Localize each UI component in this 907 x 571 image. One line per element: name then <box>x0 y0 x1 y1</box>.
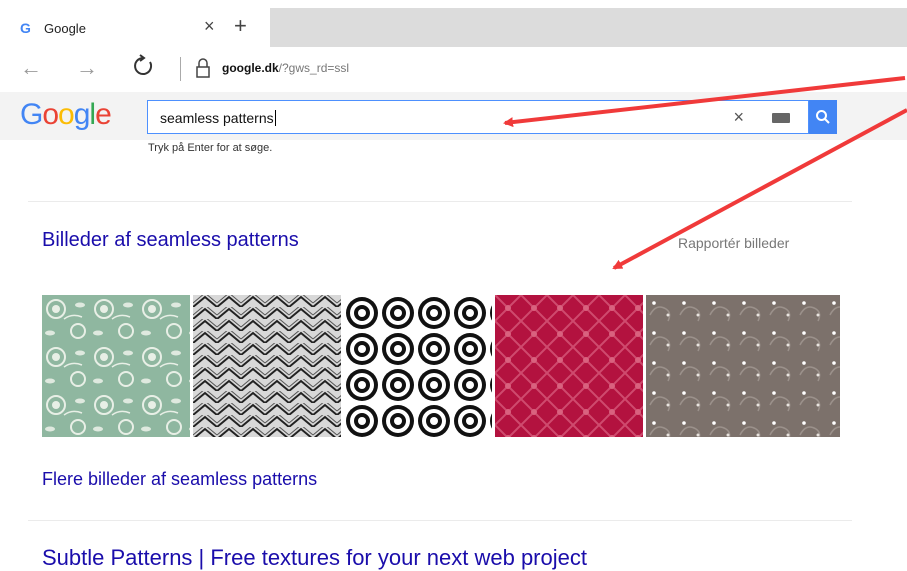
images-heading-link[interactable]: Billeder af seamless patterns <box>42 229 299 252</box>
search-icon <box>816 110 830 124</box>
thumbnail-swirl-pattern[interactable] <box>646 295 840 437</box>
results-divider-bottom <box>28 520 852 521</box>
results-divider-top <box>28 201 852 202</box>
thumbnail-chevron-pattern[interactable] <box>193 295 341 437</box>
tab-close-icon[interactable]: × <box>204 16 215 37</box>
tab-title: Google <box>44 21 86 36</box>
browser-tab-google[interactable]: G Google × + <box>0 8 270 47</box>
tab-strip-background <box>270 8 907 47</box>
forward-arrow-icon[interactable]: → <box>76 55 98 81</box>
tab-bar: G Google × + <box>0 0 907 47</box>
refresh-icon[interactable] <box>130 53 156 79</box>
url-field[interactable]: google.dk/?gws_rd=ssl <box>222 61 349 75</box>
image-thumbnails <box>42 295 840 437</box>
thumbnail-lattice-pattern[interactable] <box>495 295 643 437</box>
address-bar: ← → google.dk/?gws_rd=ssl <box>0 47 907 93</box>
new-tab-icon[interactable]: + <box>234 13 247 39</box>
search-button[interactable] <box>809 100 837 134</box>
report-images-link[interactable]: Rapportér billeder <box>678 235 789 251</box>
search-query-text: seamless patterns <box>160 110 276 126</box>
search-hint: Tryk på Enter for at søge. <box>148 142 273 154</box>
keyboard-icon[interactable] <box>772 113 790 123</box>
google-search-header: Google seamless patterns × <box>0 92 907 140</box>
lock-icon <box>196 58 210 78</box>
url-path: /?gws_rd=ssl <box>278 61 350 75</box>
thumbnail-circles-pattern[interactable] <box>344 295 492 437</box>
result-title-link[interactable]: Subtle Patterns | Free textures for your… <box>42 545 587 571</box>
search-input[interactable]: seamless patterns × <box>147 100 809 134</box>
back-arrow-icon[interactable]: ← <box>20 55 42 81</box>
text-caret <box>274 110 276 126</box>
google-favicon-icon: G <box>20 20 31 36</box>
google-logo[interactable]: Google <box>20 98 112 132</box>
thumbnail-floral-pattern[interactable] <box>42 295 190 437</box>
more-images-link[interactable]: Flere billeder af seamless patterns <box>42 469 317 490</box>
clear-search-icon[interactable]: × <box>733 107 744 128</box>
url-host: google.dk <box>222 61 279 75</box>
address-separator <box>180 57 181 81</box>
